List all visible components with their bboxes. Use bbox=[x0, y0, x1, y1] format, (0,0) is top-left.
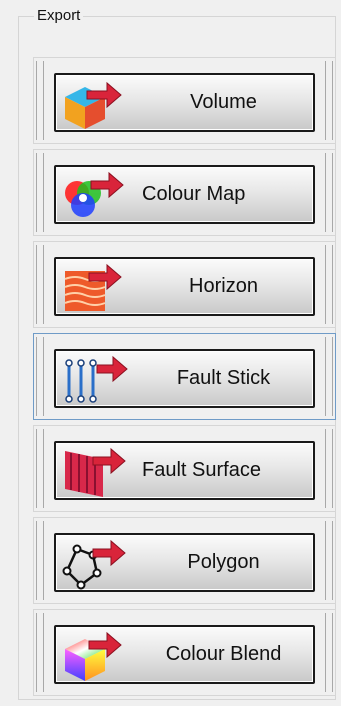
fault-surface-icon bbox=[59, 445, 141, 499]
export-polygon-label: Polygon bbox=[187, 551, 260, 573]
export-volume-button[interactable]: Volume bbox=[54, 73, 315, 132]
export-colour-map-button[interactable]: Colour Map bbox=[54, 165, 315, 224]
polygon-icon bbox=[59, 537, 141, 591]
horizon-icon bbox=[59, 261, 141, 315]
export-colour-blend-button[interactable]: Colour Blend bbox=[54, 625, 315, 684]
export-row-fault-surface: Fault Surface bbox=[33, 425, 336, 512]
export-horizon-button[interactable]: Horizon bbox=[54, 257, 315, 316]
export-row-colour-map: Colour Map bbox=[33, 149, 336, 236]
export-row-polygon: Polygon bbox=[33, 517, 336, 604]
export-volume-label: Volume bbox=[190, 91, 257, 113]
export-row-fault-stick: Fault Stick bbox=[33, 333, 336, 420]
export-colour-blend-label: Colour Blend bbox=[165, 643, 282, 665]
export-row-volume: Volume bbox=[33, 57, 336, 144]
export-row-colour-blend: Colour Blend bbox=[33, 609, 336, 696]
export-fault-surface-button[interactable]: Fault Surface bbox=[54, 441, 315, 500]
export-group-title: Export bbox=[34, 7, 84, 24]
export-fault-stick-label: Fault Stick bbox=[176, 367, 271, 389]
colour-blend-icon bbox=[59, 629, 141, 683]
export-colour-map-label: Colour Map bbox=[142, 183, 246, 205]
export-row-horizon: Horizon bbox=[33, 241, 336, 328]
colour-map-icon bbox=[59, 169, 141, 223]
export-fault-surface-label: Fault Surface bbox=[142, 459, 261, 481]
volume-cube-icon bbox=[59, 77, 141, 131]
export-polygon-button[interactable]: Polygon bbox=[54, 533, 315, 592]
fault-stick-icon bbox=[59, 353, 141, 407]
export-horizon-label: Horizon bbox=[189, 275, 258, 297]
export-fault-stick-button[interactable]: Fault Stick bbox=[54, 349, 315, 408]
